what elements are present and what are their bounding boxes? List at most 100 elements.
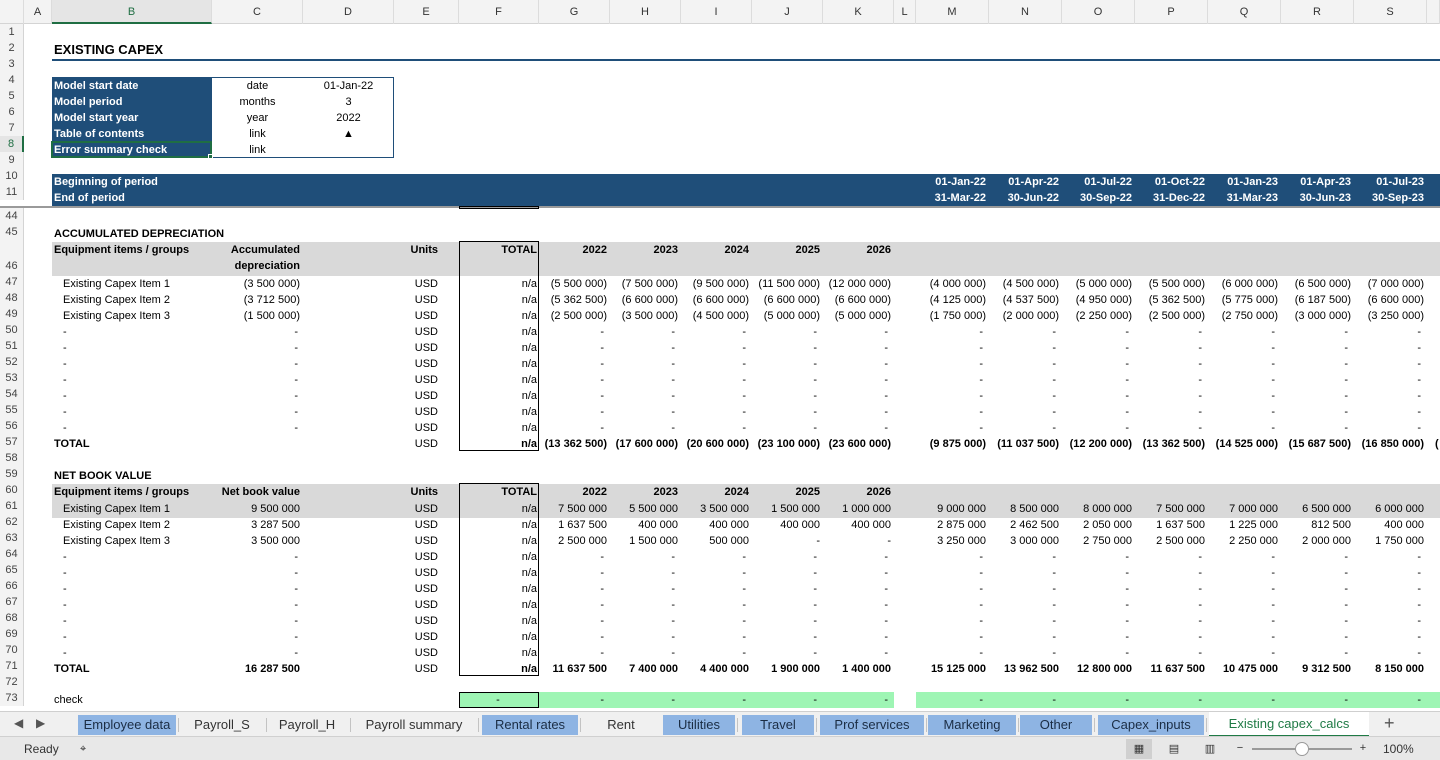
row-header-6[interactable]: 6 — [0, 104, 24, 120]
row-header-44[interactable]: 44 — [0, 208, 24, 224]
sheet-tab-payroll-s[interactable]: Payroll_S — [180, 715, 264, 735]
column-header-h[interactable]: H — [610, 0, 681, 24]
row-header-11[interactable]: 11 — [0, 184, 24, 200]
column-header-k[interactable]: K — [823, 0, 894, 24]
scroll-right-icon[interactable]: ▶ — [36, 716, 45, 730]
zoom-slider-handle[interactable] — [1295, 742, 1309, 756]
column-header-d[interactable]: D — [303, 0, 394, 24]
column-header-o[interactable]: O — [1062, 0, 1135, 24]
row-header-67[interactable]: 67 — [0, 594, 24, 610]
check-quarter: - — [1052, 694, 1056, 706]
row-header-69[interactable]: 69 — [0, 626, 24, 642]
column-header-i[interactable]: I — [681, 0, 752, 24]
column-header-l[interactable]: L — [894, 0, 916, 24]
row-header-4[interactable]: 4 — [0, 72, 24, 88]
info-label: Table of contents — [54, 128, 145, 140]
year-value: (6 600 000) — [692, 294, 749, 306]
spreadsheet-grid[interactable]: A B C D E F G H I J K L M N O P Q R S 1 2 3 4 5 6 7 8 9 10 11 44 45 46 47… — [0, 0, 1440, 708]
row-header-47[interactable]: 47 — [0, 274, 24, 290]
sheet-tab-employee-data[interactable]: Employee data — [78, 715, 176, 735]
zoom-out-icon[interactable]: − — [1233, 740, 1247, 756]
row-header-64[interactable]: 64 — [0, 546, 24, 562]
row-header-54[interactable]: 54 — [0, 386, 24, 402]
row-header-57[interactable]: 57 — [0, 434, 24, 450]
row-header-68[interactable]: 68 — [0, 610, 24, 626]
year-value: - — [671, 406, 675, 418]
sheet-tab-payroll-summary[interactable]: Payroll summary — [352, 715, 476, 735]
sheet-tab-other[interactable]: Other — [1020, 715, 1092, 735]
page-layout-icon[interactable]: ▤ — [1164, 741, 1184, 757]
column-header-r[interactable]: R — [1281, 0, 1354, 24]
row-header-8[interactable]: 8 — [0, 136, 24, 152]
row-header-65[interactable]: 65 — [0, 562, 24, 578]
column-header-c[interactable]: C — [212, 0, 303, 24]
column-header-f[interactable]: F — [459, 0, 539, 24]
sheet-tab-existing-capex-calcs[interactable]: Existing capex_calcs — [1209, 712, 1369, 737]
row-header-51[interactable]: 51 — [0, 338, 24, 354]
row-header-53[interactable]: 53 — [0, 370, 24, 386]
column-header-t[interactable] — [1427, 0, 1440, 24]
zoom-percent[interactable]: 100% — [1383, 741, 1414, 757]
column-header-n[interactable]: N — [989, 0, 1062, 24]
column-header-j[interactable]: J — [752, 0, 823, 24]
row-header-1[interactable]: 1 — [0, 24, 24, 40]
row-header-50[interactable]: 50 — [0, 322, 24, 338]
sheet-tab-payroll-h[interactable]: Payroll_H — [266, 715, 348, 735]
column-header-b[interactable]: B — [52, 0, 212, 24]
column-header-q[interactable]: Q — [1208, 0, 1281, 24]
selected-cell-cursor[interactable] — [51, 141, 212, 158]
row-header-60[interactable]: 60 — [0, 482, 24, 498]
row-header-66[interactable]: 66 — [0, 578, 24, 594]
accessibility-icon[interactable]: ⌖ — [80, 741, 86, 757]
add-sheet-icon[interactable]: + — [1384, 713, 1395, 734]
row-header-55[interactable]: 55 — [0, 402, 24, 418]
sheet-tab-marketing[interactable]: Marketing — [928, 715, 1016, 735]
info-unit[interactable]: link — [212, 126, 303, 142]
column-header-e[interactable]: E — [394, 0, 459, 24]
row-header-63[interactable]: 63 — [0, 530, 24, 546]
row-header-70[interactable]: 70 — [0, 642, 24, 658]
row-header-9[interactable]: 9 — [0, 152, 24, 168]
info-unit[interactable]: link — [212, 142, 303, 158]
row-header-73[interactable]: 73 — [0, 690, 24, 706]
row-header-46[interactable]: 46 — [0, 240, 24, 274]
sheet-tab-prof-services[interactable]: Prof services — [820, 715, 924, 735]
row-header-45[interactable]: 45 — [0, 224, 24, 240]
row-header-49[interactable]: 49 — [0, 306, 24, 322]
row-header-5[interactable]: 5 — [0, 88, 24, 104]
column-header-a[interactable]: A — [24, 0, 52, 24]
fill-handle[interactable] — [208, 154, 213, 159]
row-header-10[interactable]: 10 — [0, 168, 24, 184]
row-header-62[interactable]: 62 — [0, 514, 24, 530]
row-header-7[interactable]: 7 — [0, 120, 24, 136]
scroll-left-icon[interactable]: ◀ — [14, 716, 23, 730]
normal-view-icon[interactable]: ▦ — [1126, 739, 1152, 759]
sheet-tab-rent[interactable]: Rent — [581, 715, 661, 735]
row-header-61[interactable]: 61 — [0, 498, 24, 514]
select-all-corner[interactable] — [0, 0, 24, 24]
column-header-g[interactable]: G — [539, 0, 610, 24]
page-break-icon[interactable]: ▥ — [1200, 741, 1220, 757]
row-header-3[interactable]: 3 — [0, 56, 24, 72]
column-header-s[interactable]: S — [1354, 0, 1427, 24]
row-header-2[interactable]: 2 — [0, 40, 24, 56]
sheet-tab-utilities[interactable]: Utilities — [663, 715, 735, 735]
row-header-58[interactable]: 58 — [0, 450, 24, 466]
sheet-tab-travel[interactable]: Travel — [742, 715, 814, 735]
row-header-59[interactable]: 59 — [0, 466, 24, 482]
column-header-m[interactable]: M — [916, 0, 989, 24]
row-header-56[interactable]: 56 — [0, 418, 24, 434]
row-header-71[interactable]: 71 — [0, 658, 24, 674]
blank-item-value: - — [294, 374, 298, 386]
total-quarter-value: 12 800 000 — [1076, 663, 1132, 675]
year-value: - — [600, 647, 604, 659]
zoom-in-icon[interactable]: + — [1356, 740, 1370, 756]
row-header-72[interactable]: 72 — [0, 674, 24, 690]
row-header-48[interactable]: 48 — [0, 290, 24, 306]
sheet-tab-capex-inputs[interactable]: Capex_inputs — [1098, 715, 1204, 735]
column-header-p[interactable]: P — [1135, 0, 1208, 24]
year-value: - — [884, 374, 888, 386]
row-header-52[interactable]: 52 — [0, 354, 24, 370]
sheet-tab-rental-rates[interactable]: Rental rates — [482, 715, 578, 735]
triangle-up-icon[interactable]: ▲ — [303, 126, 394, 142]
